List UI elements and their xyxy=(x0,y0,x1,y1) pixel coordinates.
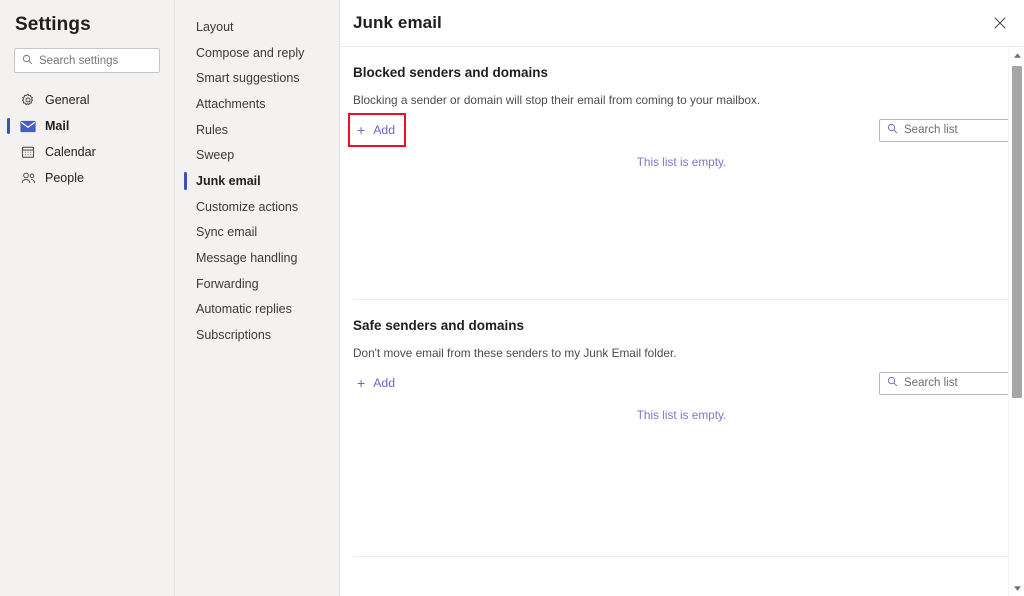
content-scrollbar[interactable] xyxy=(1008,47,1024,596)
subnav-item-label: Customize actions xyxy=(196,200,298,214)
add-button-label: Add xyxy=(373,376,395,390)
search-icon xyxy=(22,52,33,70)
sidebar-item-general[interactable]: General xyxy=(0,87,174,113)
section-controls-row: + Add xyxy=(353,107,1010,142)
plus-icon: + xyxy=(357,376,365,390)
subnav-item-forwarding[interactable]: Forwarding xyxy=(175,271,339,297)
subnav-item-label: Smart suggestions xyxy=(196,71,300,85)
subnav-item-label: Sweep xyxy=(196,148,234,162)
safe-list-empty-message: This list is empty. xyxy=(353,395,1010,422)
gear-icon xyxy=(20,92,36,108)
blocked-list-empty-message: This list is empty. xyxy=(353,142,1010,169)
next-section-heading-partial xyxy=(353,557,1010,576)
subnav-item-label: Forwarding xyxy=(196,277,259,291)
subnav-item-label: Compose and reply xyxy=(196,46,304,60)
envelope-icon xyxy=(20,118,36,134)
subnav-item-rules[interactable]: Rules xyxy=(175,117,339,143)
sidebar-item-people[interactable]: People xyxy=(0,165,174,191)
section-controls-row: + Add xyxy=(353,360,1010,395)
subnav-item-sweep[interactable]: Sweep xyxy=(175,142,339,168)
blocked-list-search-box[interactable] xyxy=(879,119,1010,142)
blocked-list-search-input[interactable] xyxy=(904,124,1002,136)
subnav-item-label: Junk email xyxy=(196,174,261,188)
settings-sidebar: Settings General xyxy=(0,0,175,596)
add-safe-sender-button[interactable]: + Add xyxy=(353,371,401,395)
subnav-item-label: Rules xyxy=(196,123,228,137)
section-description: Blocking a sender or domain will stop th… xyxy=(353,80,1010,107)
subnav-item-attachments[interactable]: Attachments xyxy=(175,91,339,117)
settings-content-pane: Junk email Blocked senders and domains B… xyxy=(340,0,1024,596)
search-settings-input[interactable] xyxy=(39,55,152,67)
subnav-item-smart-suggestions[interactable]: Smart suggestions xyxy=(175,65,339,91)
subnav-item-label: Sync email xyxy=(196,225,257,239)
safe-list-search-input[interactable] xyxy=(904,377,1002,389)
subnav-item-sync-email[interactable]: Sync email xyxy=(175,220,339,246)
search-icon xyxy=(887,121,898,139)
safe-list-search-box[interactable] xyxy=(879,372,1010,395)
subnav-item-label: Message handling xyxy=(196,251,297,265)
settings-subnav: Layout Compose and reply Smart suggestio… xyxy=(175,0,340,596)
scroll-down-icon[interactable] xyxy=(1009,580,1024,596)
sidebar-item-label: General xyxy=(45,93,89,107)
subnav-item-junk-email[interactable]: Junk email xyxy=(175,168,339,194)
sidebar-nav-list: General Mail xyxy=(0,87,174,191)
subnav-item-customize-actions[interactable]: Customize actions xyxy=(175,194,339,220)
subnav-item-subscriptions[interactable]: Subscriptions xyxy=(175,322,339,348)
add-button-label: Add xyxy=(373,123,395,137)
subnav-item-label: Automatic replies xyxy=(196,302,292,316)
subnav-item-compose-and-reply[interactable]: Compose and reply xyxy=(175,40,339,66)
safe-list-area xyxy=(353,422,1010,556)
subnav-item-label: Subscriptions xyxy=(196,328,271,342)
search-icon xyxy=(887,374,898,392)
blocked-list-area xyxy=(353,169,1010,299)
section-blocked-senders: Blocked senders and domains Blocking a s… xyxy=(353,47,1010,299)
sidebar-item-label: Mail xyxy=(45,119,69,133)
sidebar-item-calendar[interactable]: Calendar xyxy=(0,139,174,165)
sidebar-item-mail[interactable]: Mail xyxy=(0,113,174,139)
subnav-item-automatic-replies[interactable]: Automatic replies xyxy=(175,297,339,323)
calendar-icon xyxy=(20,144,36,160)
subnav-item-label: Attachments xyxy=(196,97,265,111)
scrollbar-thumb[interactable] xyxy=(1012,66,1022,398)
page-title: Settings xyxy=(0,0,174,36)
scroll-up-icon[interactable] xyxy=(1009,47,1024,63)
search-settings-box[interactable] xyxy=(14,48,160,73)
add-blocked-sender-button[interactable]: + Add xyxy=(353,118,401,142)
section-heading: Blocked senders and domains xyxy=(353,47,1010,80)
plus-icon: + xyxy=(357,123,365,137)
content-title: Junk email xyxy=(353,13,442,33)
settings-dialog: Settings General xyxy=(0,0,1024,596)
content-body: Blocked senders and domains Blocking a s… xyxy=(340,47,1024,596)
section-heading: Safe senders and domains xyxy=(353,300,1010,333)
sidebar-item-label: People xyxy=(45,171,84,185)
content-header: Junk email xyxy=(340,0,1024,47)
people-icon xyxy=(20,170,36,186)
close-icon[interactable] xyxy=(978,1,1022,45)
subnav-item-layout[interactable]: Layout xyxy=(175,14,339,40)
section-safe-senders: Safe senders and domains Don't move emai… xyxy=(353,300,1010,556)
subnav-item-message-handling[interactable]: Message handling xyxy=(175,245,339,271)
sidebar-item-label: Calendar xyxy=(45,145,96,159)
subnav-item-label: Layout xyxy=(196,20,234,34)
section-description: Don't move email from these senders to m… xyxy=(353,333,1010,360)
